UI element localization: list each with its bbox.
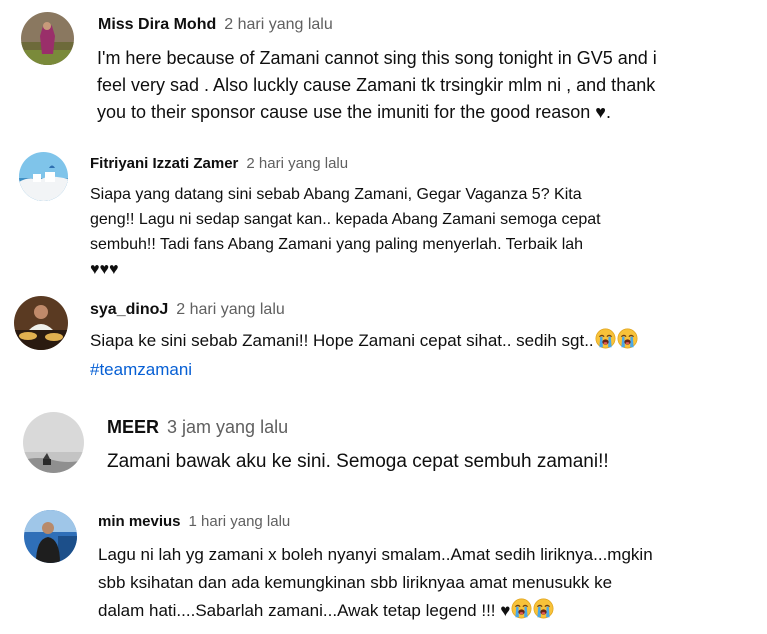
comment-text-segment: Siapa ke sini sebab Zamani!! Hope Zamani…	[90, 331, 594, 350]
comment-header: Fitriyani Izzati Zamer 2 hari yang lalu	[90, 155, 348, 173]
comment-timestamp[interactable]: 2 hari yang lalu	[176, 301, 285, 318]
comment-text: Siapa ke sini sebab Zamani!! Hope Zamani…	[90, 326, 638, 384]
comment-timestamp[interactable]: 1 hari yang lalu	[189, 513, 291, 530]
comment-text-line: geng!! Lagu ni sedap sangat kan.. kepada…	[90, 211, 601, 228]
comment-text-line: Lagu ni lah yg zamani x boleh nyanyi sma…	[98, 545, 653, 564]
comment-text-line: #teamzamani	[90, 355, 638, 384]
comment-header: Miss Dira Mohd 2 hari yang lalu	[98, 15, 333, 35]
comment-text-line: Zamani bawak aku ke sini. Semoga cepat s…	[107, 451, 609, 472]
comment-author[interactable]: Miss Dira Mohd	[98, 16, 216, 33]
avatar[interactable]	[19, 152, 68, 201]
loudly-crying-face-icon	[533, 598, 554, 619]
comment-text-segment: dalam hati....Sabarlah zamani...Awak tet…	[98, 601, 511, 620]
avatar[interactable]	[14, 296, 68, 350]
comment-text: I'm here because of Zamani cannot sing t…	[97, 45, 657, 126]
comment-text-line: sbb ksihatan dan ada kemungkinan sbb lir…	[98, 573, 613, 592]
comment-text-line: you to their sponsor cause use the imuni…	[97, 102, 611, 122]
comment-author[interactable]: Fitriyani Izzati Zamer	[90, 155, 238, 172]
comment-text: Siapa yang datang sini sebab Abang Zaman…	[90, 182, 601, 282]
comment-text-line: dalam hati....Sabarlah zamani...Awak tet…	[98, 597, 653, 625]
loudly-crying-face-icon	[617, 328, 638, 349]
avatar[interactable]	[23, 412, 84, 473]
loudly-crying-face-icon	[511, 598, 532, 619]
comment-timestamp[interactable]: 2 hari yang lalu	[246, 155, 348, 172]
comment-text-line: Siapa yang datang sini sebab Abang Zaman…	[90, 186, 582, 203]
comment-author[interactable]: min mevius	[98, 513, 181, 530]
comment-timestamp[interactable]: 2 hari yang lalu	[224, 16, 333, 33]
comment-timestamp[interactable]: 3 jam yang lalu	[167, 417, 288, 437]
comment-text-line: I'm here because of Zamani cannot sing t…	[97, 48, 657, 68]
comment-header: MEER 3 jam yang lalu	[107, 416, 288, 438]
comment-text-line: Siapa ke sini sebab Zamani!! Hope Zamani…	[90, 326, 638, 355]
comment-text-line: ♥♥♥	[90, 261, 119, 278]
comment-header: min mevius 1 hari yang lalu	[98, 513, 290, 531]
comment-text: Zamani bawak aku ke sini. Semoga cepat s…	[107, 448, 609, 476]
avatar[interactable]	[21, 12, 74, 65]
loudly-crying-face-icon	[595, 328, 616, 349]
comment-text-line: feel very sad . Also luckly cause Zamani…	[97, 75, 656, 95]
comment-author[interactable]: MEER	[107, 417, 159, 437]
comment-text-line: sembuh!! Tadi fans Abang Zamani yang pal…	[90, 236, 584, 253]
comment-header: sya_dinoJ 2 hari yang lalu	[90, 300, 285, 320]
avatar[interactable]	[24, 510, 77, 563]
hashtag-link[interactable]: #teamzamani	[90, 360, 192, 379]
comment-text: Lagu ni lah yg zamani x boleh nyanyi sma…	[98, 541, 653, 625]
comment-author[interactable]: sya_dinoJ	[90, 301, 168, 318]
